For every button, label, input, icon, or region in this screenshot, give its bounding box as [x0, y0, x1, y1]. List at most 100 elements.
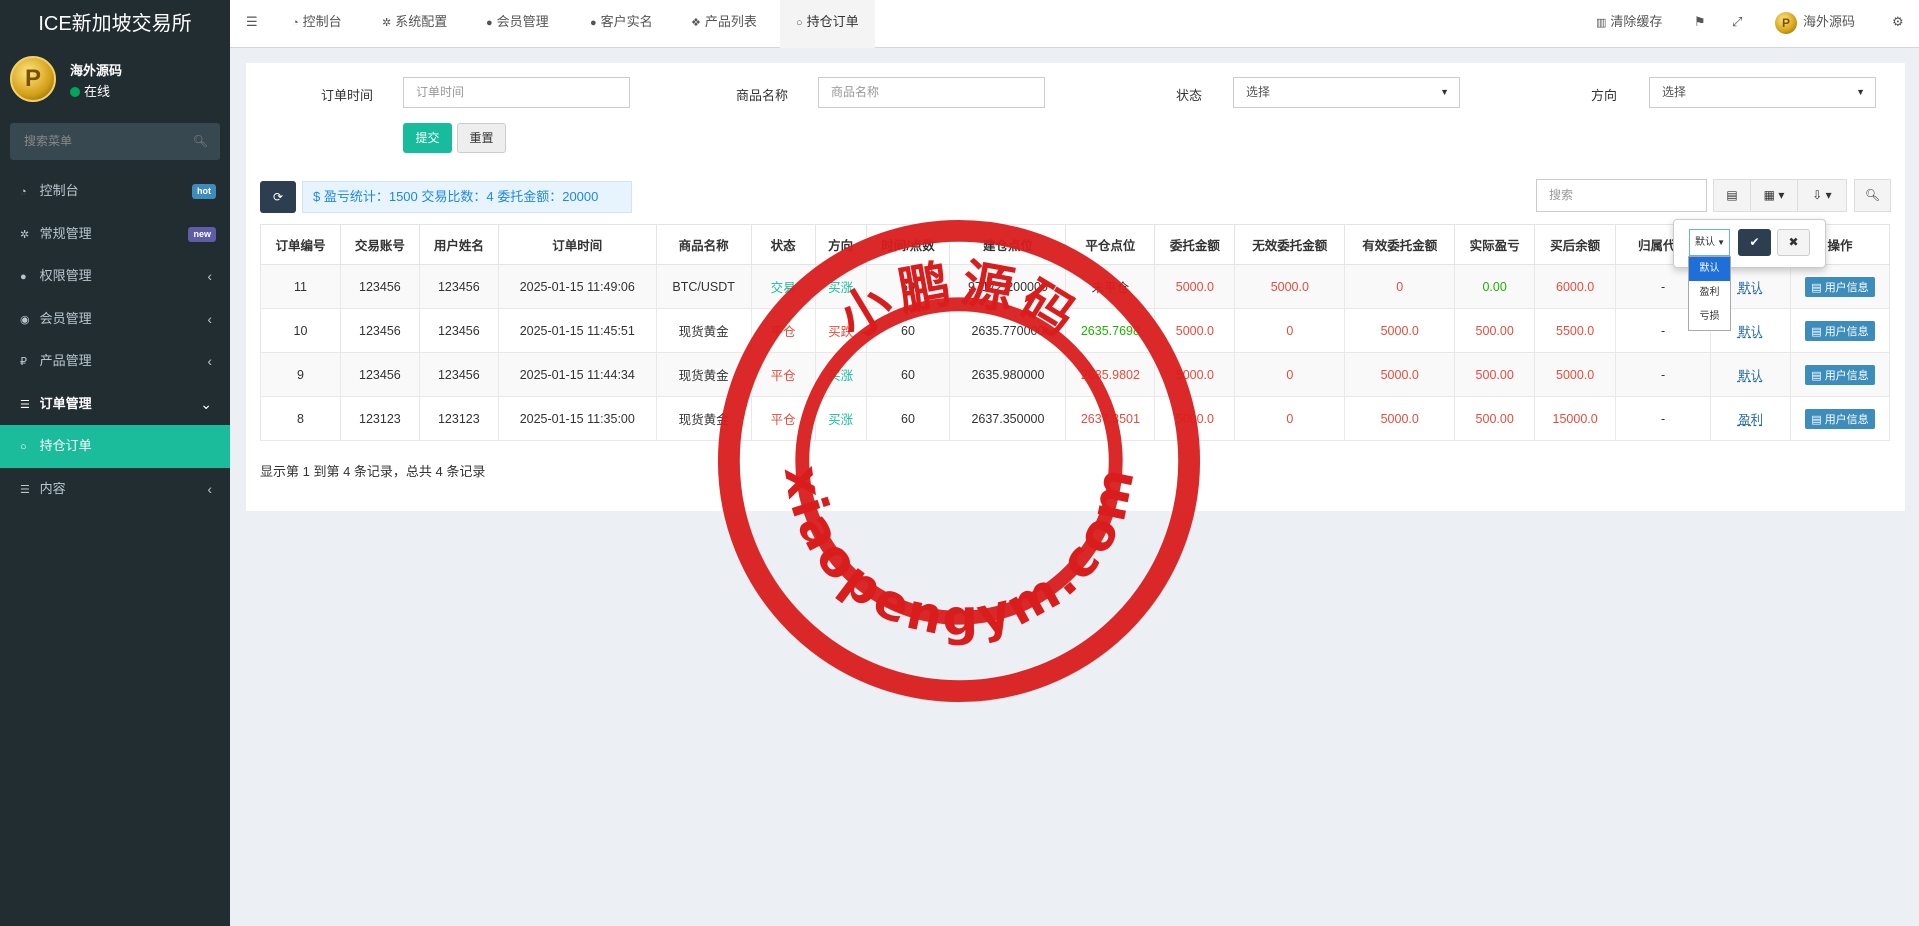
fullscreen-icon[interactable]: ⤢: [1732, 0, 1742, 48]
toggle-view-button[interactable]: ▤: [1713, 179, 1751, 212]
sidebar-toggle-icon[interactable]: ☰: [246, 0, 258, 48]
tab-products[interactable]: ❖ 产品列表: [691, 0, 757, 48]
cell-id: 8: [260, 396, 341, 441]
cell-pnl: 500.00: [1454, 308, 1536, 353]
tab-system-config[interactable]: ✲ 系统配置: [382, 0, 447, 48]
sidebar-item-content[interactable]: ☰ 内容 ‹: [0, 468, 230, 511]
confirm-button[interactable]: ✔: [1738, 229, 1771, 256]
control-select-value: 默认: [1695, 237, 1715, 248]
dashboard-icon: ◔: [292, 17, 299, 29]
search-button[interactable]: 🔍︎: [1854, 179, 1891, 212]
column-header[interactable]: 实际盈亏: [1454, 224, 1536, 265]
avatar: P: [10, 56, 56, 102]
column-header[interactable]: 无效委托金额: [1234, 224, 1346, 265]
reset-button[interactable]: 重置: [457, 123, 506, 153]
cell-valid-amount: 5000.0: [1344, 396, 1456, 441]
settings-icon[interactable]: ⚙: [1892, 0, 1904, 48]
cell-balance: 6000.0: [1534, 264, 1617, 309]
tab-members[interactable]: ● 会员管理: [486, 0, 549, 48]
column-header[interactable]: 订单时间: [497, 224, 657, 265]
sidebar-item-label: 会员管理: [39, 310, 92, 326]
cell-valid-amount: 0: [1344, 264, 1456, 309]
user-info-label: 用户信息: [1824, 325, 1869, 338]
tab-positions[interactable]: ○ 持仓订单: [780, 0, 875, 48]
submit-button[interactable]: 提交: [403, 123, 452, 153]
cell-pnl: 0.00: [1454, 264, 1536, 309]
online-dot-icon: [70, 87, 80, 97]
sidebar-item-label: 权限管理: [39, 268, 92, 283]
column-header[interactable]: 订单编号: [260, 224, 341, 265]
sidebar-item-products[interactable]: ₽ 产品管理 ‹: [0, 340, 230, 383]
user-info-button[interactable]: ▤ 用户信息: [1805, 408, 1875, 429]
user-info-button[interactable]: ▤ 用户信息: [1805, 320, 1875, 341]
sidebar-item-dashboard[interactable]: ◔ 控制台 hot: [0, 170, 230, 213]
user-info-button[interactable]: ▤ 用户信息: [1805, 276, 1875, 297]
columns-button[interactable]: ▦ ▾: [1750, 179, 1798, 212]
app-logo[interactable]: ICE新加坡交易所: [0, 0, 230, 48]
user-info-button[interactable]: ▤ 用户信息: [1805, 364, 1875, 385]
cell-control: 默认: [1710, 352, 1791, 397]
cancel-button[interactable]: ✖: [1777, 229, 1810, 256]
list-icon: ☰: [20, 483, 30, 496]
column-header[interactable]: 买后余额: [1534, 224, 1617, 265]
sidebar-item-positions[interactable]: ○ 持仓订单: [0, 425, 230, 468]
status-label: 状态: [1176, 88, 1203, 103]
control-link[interactable]: 默认: [1738, 325, 1763, 339]
control-options-list: 默认 盈利 亏损: [1688, 256, 1731, 331]
table-search-input[interactable]: 搜索: [1536, 179, 1707, 212]
status-select[interactable]: 选择 ▼: [1233, 77, 1460, 108]
list-icon: ▤: [1811, 413, 1825, 426]
cell-invalid-amount: 0: [1234, 308, 1346, 353]
export-button[interactable]: ⇩ ▾: [1797, 179, 1847, 212]
product-name-input[interactable]: 商品名称: [818, 77, 1045, 108]
option-loss[interactable]: 亏损: [1689, 305, 1730, 329]
option-default[interactable]: 默认: [1689, 257, 1730, 281]
cell-control: 盈利: [1710, 396, 1791, 441]
cell-balance: 5000.0: [1534, 352, 1617, 397]
sidebar-item-label: 订单管理: [39, 395, 92, 411]
option-profit[interactable]: 盈利: [1689, 281, 1730, 305]
column-header[interactable]: 有效委托金额: [1344, 224, 1456, 265]
tab-label: 产品列表: [704, 14, 757, 29]
cell-invalid-amount: 5000.0: [1234, 264, 1346, 309]
column-header[interactable]: 交易账号: [339, 224, 420, 265]
stats-summary: $ 盈亏统计：1500 交易比数：4 委托金额：20000: [302, 181, 632, 213]
search-icon[interactable]: 🔍︎: [193, 123, 208, 160]
columns-icon: ▦ ▾: [1763, 188, 1785, 202]
language-icon[interactable]: ⚑: [1694, 0, 1706, 48]
sidebar-item-label: 控制台: [39, 183, 79, 198]
control-select[interactable]: 默认 ▼: [1689, 229, 1730, 256]
sidebar-item-label: 持仓订单: [39, 438, 92, 453]
refresh-button[interactable]: ⟳: [260, 181, 296, 213]
sidebar-item-auth[interactable]: ● 权限管理 ‹: [0, 255, 230, 298]
tab-real-name[interactable]: ● 客户实名: [590, 0, 653, 48]
new-badge: new: [188, 226, 216, 242]
product-name-label: 商品名称: [736, 88, 789, 103]
tab-dashboard[interactable]: ◔ 控制台: [292, 0, 342, 48]
cell-account: 123456: [339, 264, 420, 309]
clear-cache-label: 清除缓存: [1610, 14, 1663, 29]
control-link[interactable]: 默认: [1738, 369, 1763, 383]
sidebar-item-orders[interactable]: ☰ 订单管理 ⌄: [0, 383, 230, 426]
pagination-info: 显示第 1 到第 4 条记录，总共 4 条记录: [260, 464, 486, 479]
caret-down-icon: ▼: [1717, 238, 1725, 247]
control-link[interactable]: 默认: [1738, 281, 1763, 295]
cell-action: ▤ 用户信息: [1789, 352, 1891, 397]
stamp-top-text: 小鹏源码: [828, 253, 1090, 351]
cell-invalid-amount: 0: [1234, 396, 1346, 441]
sidebar-search-input[interactable]: 搜索菜单 🔍︎: [10, 123, 220, 160]
user-menu[interactable]: P 海外源码: [1775, 0, 1855, 48]
column-header[interactable]: 用户姓名: [418, 224, 499, 265]
sidebar-item-members[interactable]: ◉ 会员管理 ‹: [0, 298, 230, 341]
cell-account: 123123: [339, 396, 420, 441]
gear-icon: ✲: [382, 17, 392, 29]
cell-time: 2025-01-15 11:35:00: [497, 396, 657, 441]
direction-select[interactable]: 选择 ▼: [1649, 77, 1876, 108]
clear-cache-button[interactable]: ▥ 清除缓存: [1596, 0, 1662, 48]
cell-balance: 5500.0: [1534, 308, 1617, 353]
user-status-label: 在线: [84, 84, 111, 99]
sidebar-item-general[interactable]: ✲ 常规管理 new: [0, 213, 230, 256]
control-link[interactable]: 盈利: [1738, 413, 1763, 427]
user-info-label: 用户信息: [1824, 369, 1869, 382]
order-time-input[interactable]: 订单时间: [403, 77, 630, 108]
